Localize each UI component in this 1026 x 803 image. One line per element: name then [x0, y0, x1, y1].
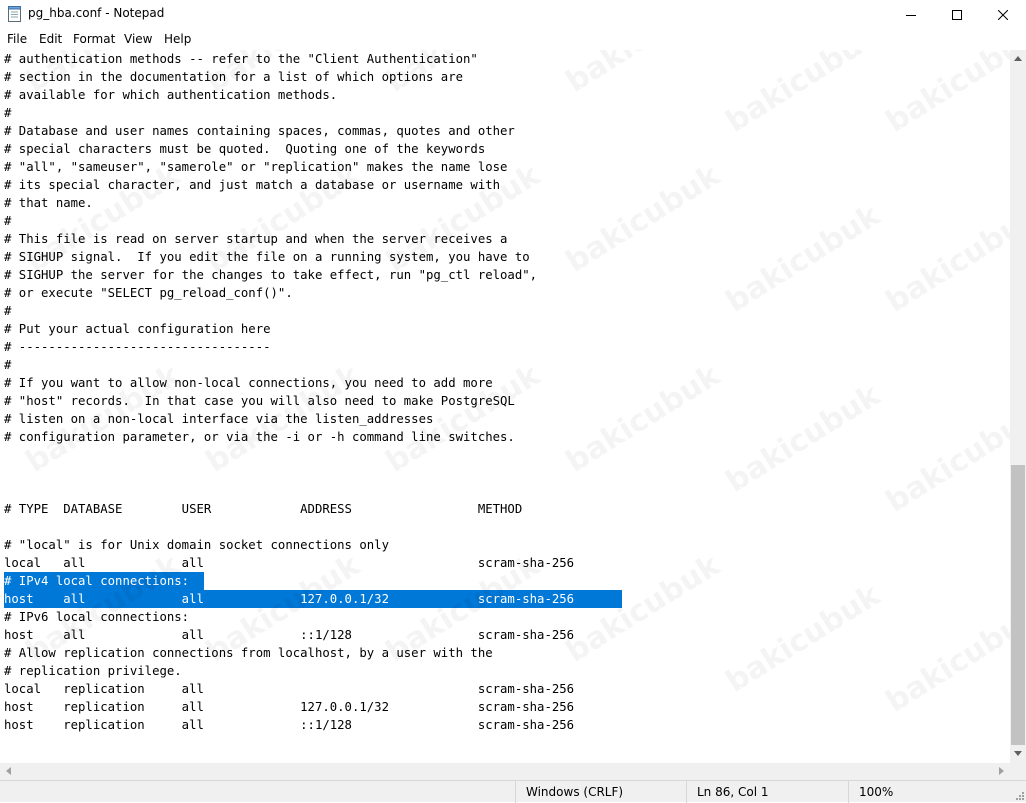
window-title: pg_hba.conf - Notepad	[28, 6, 165, 20]
watermark: bakicubuk	[720, 50, 886, 140]
notepad-icon	[8, 6, 21, 22]
horizontal-scrollbar[interactable]	[0, 763, 1010, 780]
watermark: bakicubuk	[720, 578, 886, 700]
menu-view[interactable]: View	[124, 32, 152, 46]
text-line: # "local" is for Unix domain socket conn…	[4, 538, 389, 552]
maximize-icon	[952, 10, 962, 20]
watermark: bakicubuk	[880, 198, 1010, 320]
watermark: bakicubuk	[720, 378, 886, 500]
text-line: host replication all ::1/128 scram-sha-2…	[4, 718, 575, 732]
text-line: host all all ::1/128 scram-sha-256	[4, 628, 575, 642]
chevron-up-icon	[1014, 56, 1022, 61]
status-separator	[848, 781, 849, 803]
chevron-left-icon	[6, 767, 11, 775]
text-line: # authentication methods -- refer to the…	[4, 52, 478, 66]
text-line: # "host" records. In that case you will …	[4, 394, 515, 408]
text-line: # IPv6 local connections:	[4, 610, 190, 624]
text-line: # Allow replication connections from loc…	[4, 646, 493, 660]
menu-help[interactable]: Help	[164, 32, 191, 46]
vertical-scroll-thumb[interactable]	[1011, 465, 1025, 745]
text-line: host all all 127.0.0.1/32 scram-sha-256	[4, 592, 575, 606]
text-line: # Put your actual configuration here	[4, 322, 271, 336]
minimize-icon	[906, 15, 916, 16]
text-line: # If you want to allow non-local connect…	[4, 376, 493, 390]
menu-edit[interactable]: Edit	[39, 32, 62, 46]
text-line: # Database and user names containing spa…	[4, 124, 515, 138]
text-line: # SIGHUP the server for the changes to t…	[4, 268, 538, 282]
text-line: # ----------------------------------	[4, 340, 271, 354]
status-separator	[515, 781, 516, 803]
text-line: local replication all scram-sha-256	[4, 682, 575, 696]
watermark: bakicubuk	[560, 358, 726, 480]
watermark: bakicubuk	[880, 398, 1010, 520]
watermark: bakicubuk	[880, 50, 1010, 140]
status-separator	[686, 781, 687, 803]
line-ending-status: Windows (CRLF)	[526, 785, 624, 799]
text-line: # configuration parameter, or via the -i…	[4, 430, 515, 444]
text-line: # TYPE DATABASE USER ADDRESS METHOD	[4, 502, 523, 516]
zoom-status: 100%	[859, 785, 894, 799]
watermark: bakicubuk	[880, 598, 1010, 720]
text-line: # section in the documentation for a lis…	[4, 70, 464, 84]
status-bar: Windows (CRLF) Ln 86, Col 1 100%	[0, 780, 1026, 803]
text-line: # replication privilege.	[4, 664, 182, 678]
text-line: #	[4, 358, 12, 372]
text-line: # "all", "sameuser", "samerole" or "repl…	[4, 160, 508, 174]
watermark: bakicubuk	[560, 50, 726, 100]
text-line: # SIGHUP signal. If you edit the file on…	[4, 250, 530, 264]
scrollbar-corner	[1010, 763, 1026, 780]
scroll-left-arrow[interactable]	[0, 763, 16, 779]
title-bar[interactable]: pg_hba.conf - Notepad	[0, 0, 1026, 30]
text-line: # IPv4 local connections:	[4, 574, 190, 588]
text-line: # listen on a non-local interface via th…	[4, 412, 434, 426]
text-line: #	[4, 106, 12, 120]
text-line: # available for which authentication met…	[4, 88, 338, 102]
close-icon	[998, 10, 1008, 20]
text-line: host replication all 127.0.0.1/32 scram-…	[4, 700, 575, 714]
menu-file[interactable]: File	[7, 32, 27, 46]
text-line: # that name.	[4, 196, 93, 210]
text-line: #	[4, 214, 12, 228]
scroll-right-arrow[interactable]	[994, 763, 1010, 779]
menu-format[interactable]: Format	[73, 32, 115, 46]
text-line: # its special character, and just match …	[4, 178, 501, 192]
text-line: # or execute "SELECT pg_reload_conf()".	[4, 286, 293, 300]
watermark: bakicubuk	[560, 158, 726, 280]
maximize-button[interactable]	[934, 0, 980, 30]
resize-grip-icon[interactable]	[1014, 790, 1024, 800]
menu-bar: File Edit Format View Help	[0, 30, 1026, 50]
watermark: bakicubuk	[560, 548, 726, 670]
text-line: local all all scram-sha-256	[4, 556, 575, 570]
minimize-button[interactable]	[888, 0, 934, 30]
text-line: #	[4, 304, 12, 318]
scroll-down-arrow[interactable]	[1010, 746, 1026, 762]
chevron-down-icon	[1014, 751, 1022, 756]
chevron-right-icon	[999, 767, 1004, 775]
cursor-position-status: Ln 86, Col 1	[697, 785, 769, 799]
text-line: # This file is read on server startup an…	[4, 232, 508, 246]
close-button[interactable]	[980, 0, 1026, 30]
text-line: # special characters must be quoted. Quo…	[4, 142, 486, 156]
scroll-up-arrow[interactable]	[1010, 50, 1026, 66]
text-editor[interactable]: # authentication methods -- refer to the…	[0, 50, 1010, 763]
watermark: bakicubuk	[720, 198, 886, 320]
